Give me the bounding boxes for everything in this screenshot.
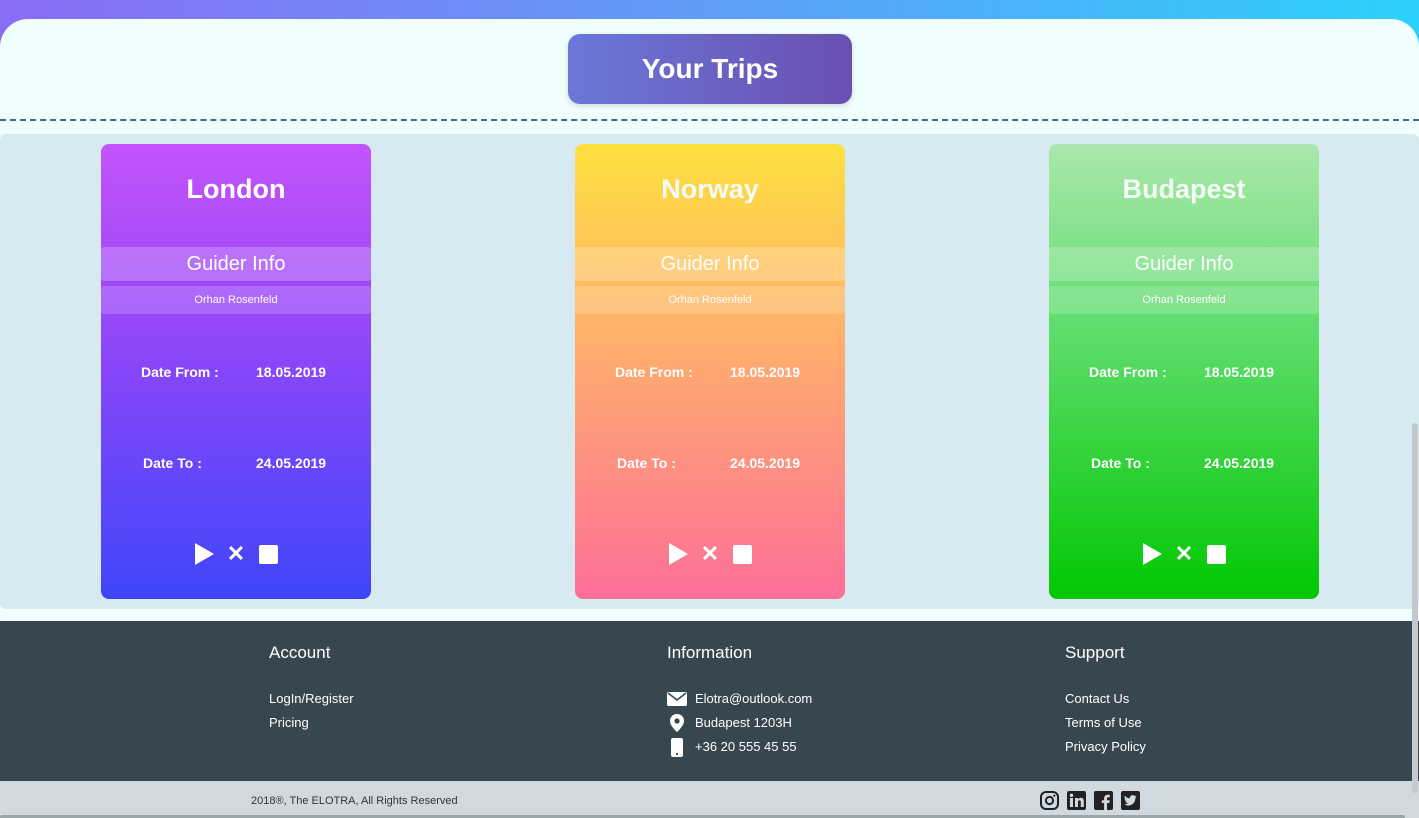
vertical-scrollbar[interactable] xyxy=(1412,423,1418,793)
guider-name: Orhan Rosenfeld xyxy=(101,286,371,314)
social-links xyxy=(1040,791,1140,810)
address-text: Budapest 1203H xyxy=(695,715,792,730)
play-icon[interactable] xyxy=(193,543,215,565)
stop-icon[interactable] xyxy=(731,543,753,565)
address-row: Budapest 1203H xyxy=(667,711,812,735)
date-to-value: 24.05.2019 xyxy=(730,455,801,471)
linkedin-icon[interactable] xyxy=(1067,791,1086,810)
mobile-phone-icon xyxy=(667,737,687,757)
bottom-bar: 2018®, The ELOTRA, All Rights Reserved xyxy=(0,781,1419,818)
twitter-icon[interactable] xyxy=(1121,791,1140,810)
date-to-label: Date To : xyxy=(1091,455,1150,471)
stop-icon[interactable] xyxy=(1205,543,1227,565)
page-content: Your Trips London Guider Info Orhan Rose… xyxy=(0,19,1419,818)
footer-account: Account LogIn/Register Pricing xyxy=(269,643,354,735)
date-to-label: Date To : xyxy=(617,455,676,471)
footer-account-title: Account xyxy=(269,643,331,662)
footer: Account LogIn/Register Pricing Informati… xyxy=(0,621,1419,781)
privacy-policy-link[interactable]: Privacy Policy xyxy=(1065,735,1146,759)
date-from-value: 18.05.2019 xyxy=(256,364,327,380)
close-icon[interactable]: ✕ xyxy=(1173,543,1195,565)
date-from-value: 18.05.2019 xyxy=(1204,364,1275,380)
trip-card-budapest: Budapest Guider Info Orhan Rosenfeld Dat… xyxy=(1049,144,1319,599)
trip-card-norway: Norway Guider Info Orhan Rosenfeld Date … xyxy=(575,144,845,599)
pricing-link[interactable]: Pricing xyxy=(269,711,354,735)
play-icon[interactable] xyxy=(1141,543,1163,565)
close-icon[interactable]: ✕ xyxy=(225,543,247,565)
guider-info-heading: Guider Info xyxy=(101,247,371,281)
terms-of-use-link[interactable]: Terms of Use xyxy=(1065,711,1146,735)
footer-information-title: Information xyxy=(667,643,753,662)
date-to-label: Date To : xyxy=(143,455,202,471)
login-register-link[interactable]: LogIn/Register xyxy=(269,687,354,711)
copyright-text: 2018®, The ELOTRA, All Rights Reserved xyxy=(251,795,458,807)
date-to-value: 24.05.2019 xyxy=(1204,455,1275,471)
phone-row[interactable]: +36 20 555 45 55 xyxy=(667,735,812,759)
trip-city: Norway xyxy=(661,174,759,204)
your-trips-title[interactable]: Your Trips xyxy=(568,34,852,104)
trip-card-london: London Guider Info Orhan Rosenfeld Date … xyxy=(101,144,371,599)
footer-information: Information Elotra@outlook.com Budapest … xyxy=(667,643,812,759)
email-text: Elotra@outlook.com xyxy=(695,691,813,706)
guider-name: Orhan Rosenfeld xyxy=(575,286,845,314)
guider-name: Orhan Rosenfeld xyxy=(1049,286,1319,314)
guider-info-heading: Guider Info xyxy=(575,247,845,281)
phone-text: +36 20 555 45 55 xyxy=(695,739,797,754)
title-section: Your Trips xyxy=(0,19,1419,119)
trip-actions: ✕ xyxy=(101,542,371,566)
date-from-label: Date From : xyxy=(615,364,693,380)
close-icon[interactable]: ✕ xyxy=(699,543,721,565)
envelope-icon xyxy=(667,692,687,706)
trip-actions: ✕ xyxy=(1049,542,1319,566)
contact-us-link[interactable]: Contact Us xyxy=(1065,687,1146,711)
dashed-divider xyxy=(0,119,1419,121)
trip-city: Budapest xyxy=(1122,174,1246,204)
date-to-value: 24.05.2019 xyxy=(256,455,327,471)
footer-support-title: Support xyxy=(1065,643,1125,662)
trip-city: London xyxy=(186,174,286,204)
trips-list: London Guider Info Orhan Rosenfeld Date … xyxy=(0,134,1419,609)
facebook-icon[interactable] xyxy=(1094,791,1113,810)
map-pin-icon xyxy=(667,714,687,732)
stop-icon[interactable] xyxy=(257,543,279,565)
play-icon[interactable] xyxy=(667,543,689,565)
date-from-value: 18.05.2019 xyxy=(730,364,801,380)
email-row[interactable]: Elotra@outlook.com xyxy=(667,687,812,711)
footer-support: Support Contact Us Terms of Use Privacy … xyxy=(1065,643,1146,759)
guider-info-heading: Guider Info xyxy=(1049,247,1319,281)
trip-actions: ✕ xyxy=(575,542,845,566)
date-from-label: Date From : xyxy=(141,364,219,380)
instagram-icon[interactable] xyxy=(1040,791,1059,810)
date-from-label: Date From : xyxy=(1089,364,1167,380)
